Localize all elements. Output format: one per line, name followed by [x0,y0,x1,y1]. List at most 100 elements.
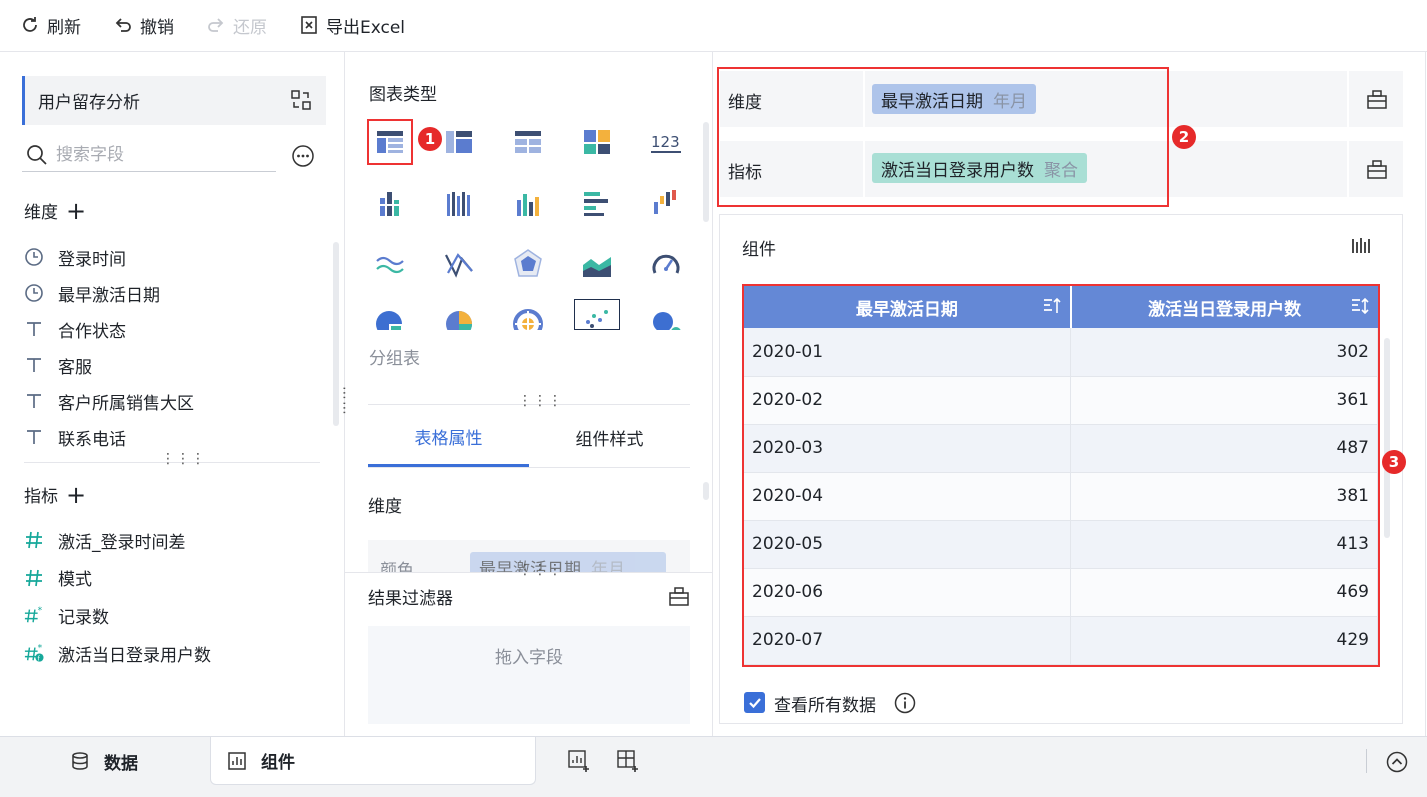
property-dimension-label: 维度 [368,497,402,517]
dimension-field-item[interactable]: 联系电话 [24,422,126,452]
chart-waterfall-icon[interactable] [643,180,689,226]
chart-polyline-icon[interactable] [436,241,482,287]
dimension-field-label: 客户所属销售大区 [58,393,194,414]
color-label: 颜色 [380,561,414,572]
measure-field-label: 激活当日登录用户数 [58,645,211,666]
bottom-divider [1366,749,1367,773]
pane-resize-handle-icon[interactable]: ⋯⋯ [336,386,352,416]
filter-drop-zone[interactable]: 拖入字段 [368,626,690,724]
hash-icon [24,568,44,588]
chart-line-icon[interactable] [367,241,413,287]
dimension-field-label: 最早激活日期 [58,285,160,306]
export-label: 导出Excel [326,17,406,38]
chart-stacked-bar-icon[interactable] [367,180,413,226]
callout-badge-1: 1 [418,127,442,151]
export-excel-button[interactable]: 导出Excel [299,12,405,38]
text-type-icon [24,427,44,447]
add-measure-icon[interactable]: + [66,483,86,507]
dimension-field-item[interactable]: 合作状态 [24,314,126,344]
info-icon[interactable] [894,692,916,714]
chart-number-icon[interactable]: 123 [643,119,689,165]
refresh-button[interactable]: 刷新 [20,12,81,38]
add-dashboard-icon[interactable] [616,749,640,773]
add-dimension-icon[interactable]: + [66,199,86,223]
undo-button[interactable]: 撤销 [113,12,174,38]
mid-divider [712,52,713,736]
component-chart-icon [228,751,246,770]
chart-area-icon[interactable] [574,241,620,287]
filter-settings-icon[interactable] [668,585,690,607]
callout-badge-3: 3 [1382,450,1406,474]
measure-section-title: 指标 + [24,482,86,508]
clock-icon [24,283,44,303]
chart-cross-table-icon[interactable] [436,119,482,165]
refresh-icon [23,17,37,32]
resize-handle-icon[interactable]: ⋮⋮⋮ [161,452,206,466]
dataset-selector[interactable]: 用户留存分析 [22,76,326,125]
measure-field-item[interactable]: 激活_登录时间差 [24,525,186,555]
chart-horizontal-bar-icon[interactable] [574,180,620,226]
chart-radar-icon[interactable] [505,241,551,287]
chart-donut-pie-icon[interactable] [436,300,482,330]
redo-button[interactable]: 还原 [206,12,267,38]
search-input[interactable] [56,144,256,165]
measure-config-icon[interactable] [1366,158,1388,180]
callout-badge-2: 2 [1172,125,1196,149]
measure-field-item[interactable]: f * 激活当日登录用户数 [24,638,211,668]
view-all-label: 查看所有数据 [774,696,876,716]
add-component-icon[interactable] [567,749,591,773]
component-tab[interactable]: 组件 [210,737,536,785]
dimension-title: 维度 [24,203,58,223]
data-tab[interactable]: 数据 [70,737,138,785]
dimension-field-item[interactable]: 客服 [24,350,92,380]
measure-field-item[interactable]: * 记录数 [24,600,109,630]
toolbar: 刷新 撤销 还原 导出Excel [0,0,1427,52]
chart-pie-icon[interactable] [367,300,413,330]
collapse-up-icon[interactable] [1386,751,1408,773]
color-pill-sub: 年月 [591,559,625,573]
chart-rose-icon[interactable] [505,300,551,330]
chart-settings-icon[interactable] [1350,235,1372,257]
property-scrollbar[interactable] [703,482,709,500]
switch-dataset-icon[interactable] [290,89,312,111]
svg-text:*: * [38,607,43,617]
hash-star-icon: * [24,605,44,625]
measure-field-label: 记录数 [58,607,109,628]
tab-component-style[interactable]: 组件样式 [529,408,690,467]
chart-detail-table-icon[interactable] [505,119,551,165]
more-icon[interactable] [291,144,315,168]
data-tab-label: 数据 [104,753,138,774]
config-highlight-box [717,67,1169,207]
dimension-field-label: 合作状态 [58,321,126,342]
chart-group-table-icon[interactable] [367,119,413,165]
property-tabs: 表格属性 组件样式 [368,408,690,468]
redo-label: 还原 [233,17,267,38]
chart-bubble-icon[interactable] [643,300,689,330]
mid-resize-handle-icon[interactable]: ⋮⋮⋮ [518,394,563,408]
right-edge [1425,52,1426,736]
measure-field-label: 模式 [58,570,92,591]
refresh-label: 刷新 [47,17,81,38]
chart-grouped-bar-icon[interactable] [436,180,482,226]
text-type-icon [24,319,44,339]
chart-scatter-icon[interactable] [574,299,620,330]
chart-kpi-card-icon[interactable] [574,119,620,165]
measure-field-label: 激活_登录时间差 [58,532,186,553]
field-search [22,138,276,172]
filter-title: 结果过滤器 [368,589,453,609]
chart-gauge-icon[interactable] [643,241,689,287]
table-scrollbar[interactable] [1384,338,1390,538]
chart-type-scrollbar[interactable] [703,122,709,222]
dimension-field-item[interactable]: 登录时间 [24,242,126,272]
dimension-field-item[interactable]: 最早激活日期 [24,278,160,308]
view-all-checkbox[interactable] [744,692,765,713]
chart-bar-icon[interactable] [505,180,551,226]
dimension-config-icon[interactable] [1366,88,1388,110]
color-field-pill[interactable]: 最早激活日期 年月 [470,552,666,572]
dataset-name: 用户留存分析 [38,93,140,113]
measure-field-item[interactable]: 模式 [24,563,92,593]
svg-text:*: * [38,643,43,653]
tab-table-properties[interactable]: 表格属性 [368,408,529,467]
filter-resize-handle-icon[interactable]: ⋮⋮⋮ [518,563,563,577]
dimension-field-item[interactable]: 客户所属销售大区 [24,386,194,416]
